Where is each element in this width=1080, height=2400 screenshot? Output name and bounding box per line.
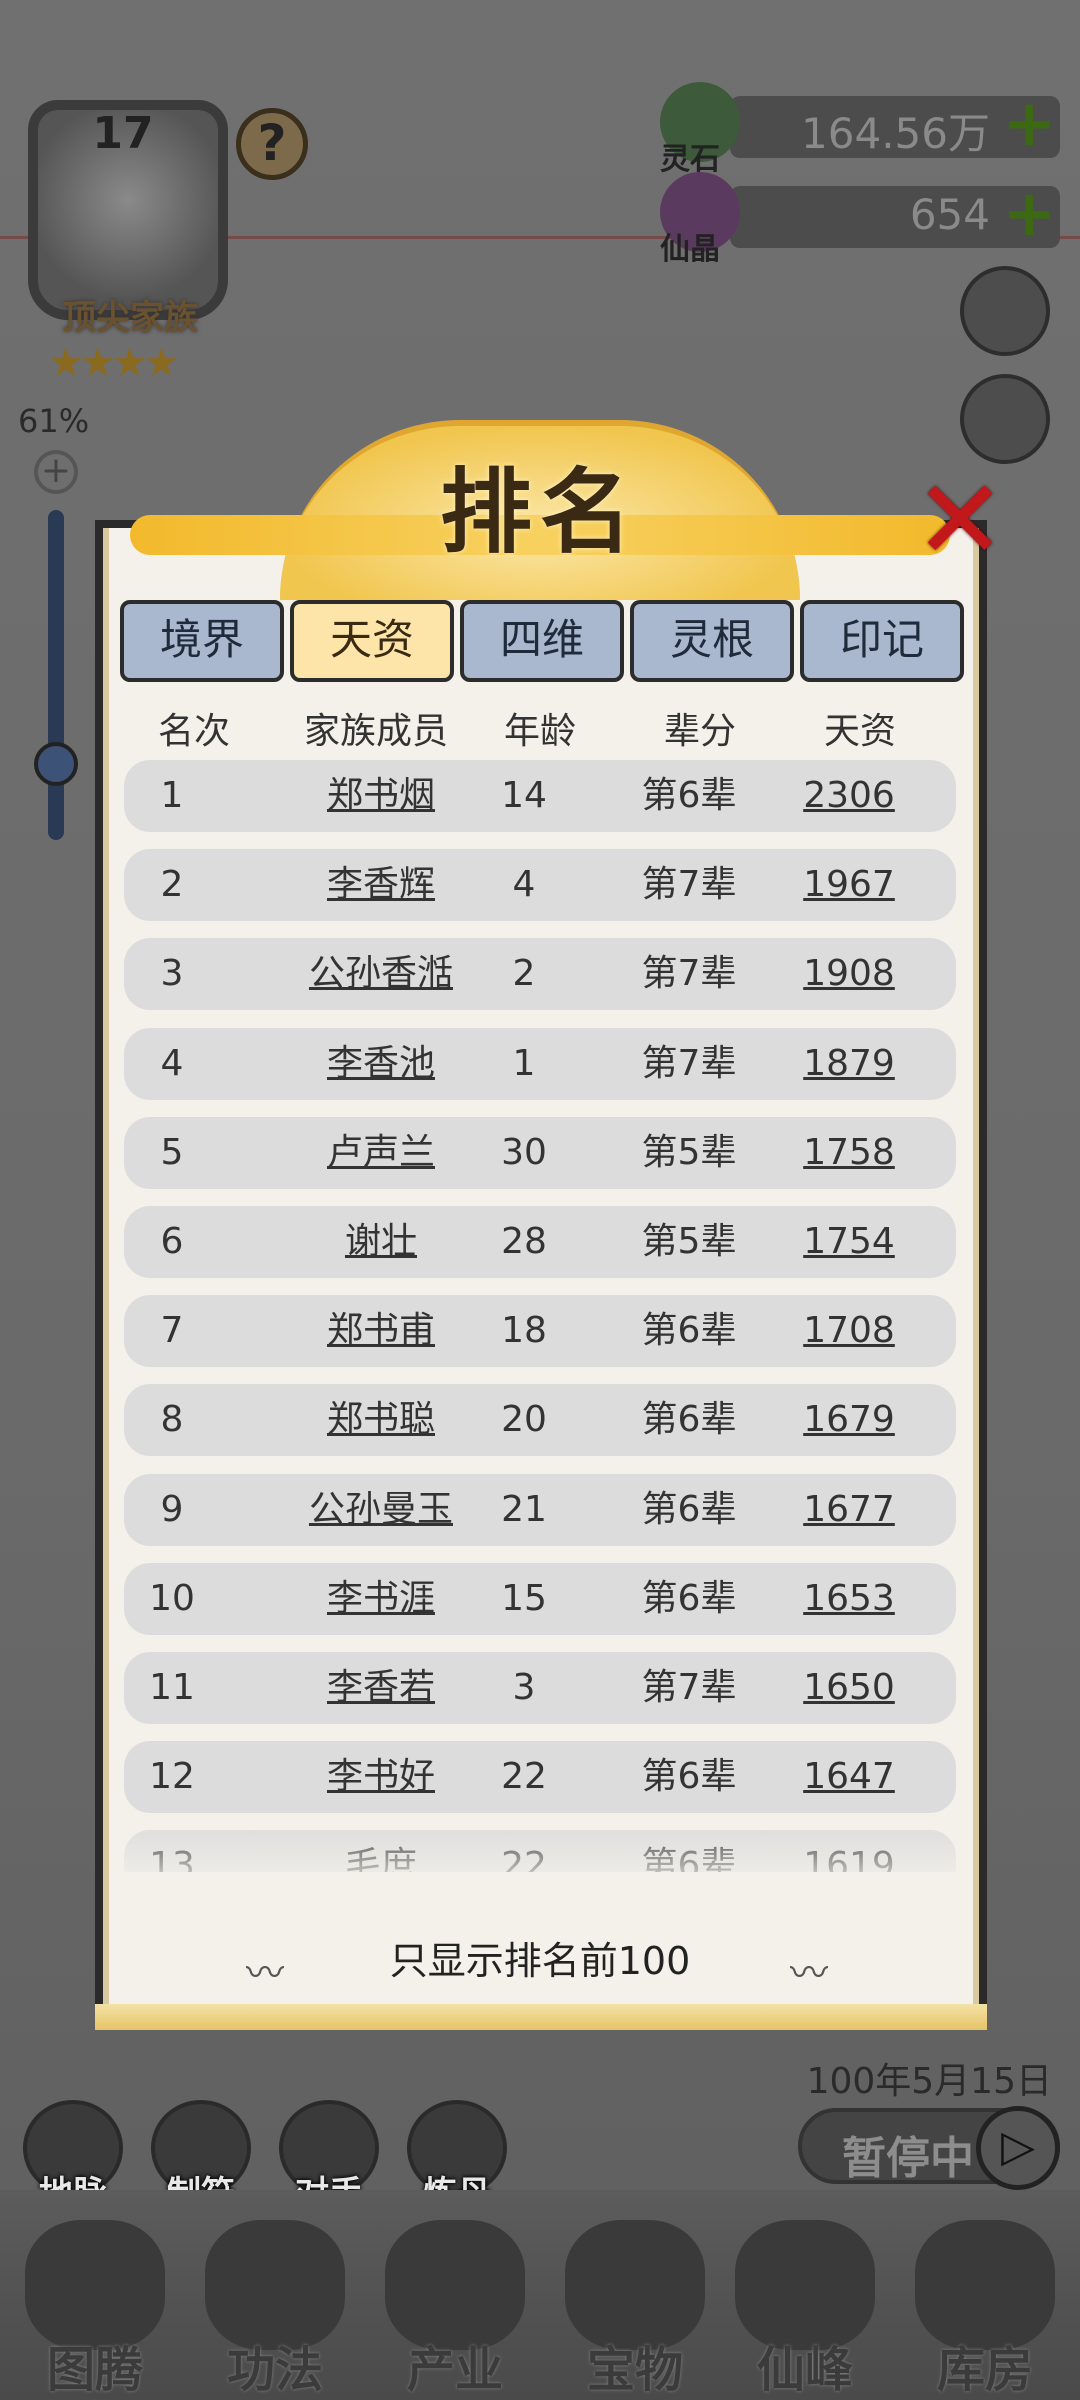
- modal-bottom-trim: [95, 2004, 987, 2030]
- generation-cell: 第7辈: [641, 1667, 737, 1708]
- member-name-link[interactable]: 郑书甫: [286, 1295, 476, 1367]
- age-cell: 28: [501, 1221, 547, 1262]
- table-row[interactable]: 11 李香若 3 第7辈 1650: [124, 1652, 956, 1724]
- member-name-link[interactable]: 李书涯: [286, 1563, 476, 1635]
- talent-value-link[interactable]: 1679: [784, 1384, 914, 1456]
- rank-cell: 8: [160, 1399, 184, 1440]
- generation-cell: 第6辈: [641, 775, 737, 816]
- generation-cell: 第7辈: [641, 1043, 737, 1084]
- talent-value-link[interactable]: 1653: [784, 1563, 914, 1635]
- tab-talent[interactable]: 天资: [290, 600, 454, 682]
- talent-value-link[interactable]: 1677: [784, 1474, 914, 1546]
- talent-value-link[interactable]: 1908: [784, 938, 914, 1010]
- table-row[interactable]: 3 公孙香湉 2 第7辈 1908: [124, 938, 956, 1010]
- table-row[interactable]: 5 卢声兰 30 第5辈 1758: [124, 1117, 956, 1189]
- age-cell: 22: [501, 1756, 547, 1797]
- age-cell: 4: [512, 864, 536, 905]
- age-cell: 21: [501, 1489, 547, 1530]
- table-row[interactable]: 9 公孙曼玉 21 第6辈 1677: [124, 1474, 956, 1546]
- member-name-link[interactable]: 公孙香湉: [286, 938, 476, 1010]
- tab-spirit-root[interactable]: 灵根: [630, 600, 794, 682]
- rank-cell: 9: [160, 1489, 184, 1530]
- modal-title-banner: 排名: [130, 420, 950, 600]
- cloud-deco-right-icon: 〰: [790, 1951, 829, 1995]
- member-name-link[interactable]: 李香池: [286, 1028, 476, 1100]
- rank-cell: 10: [149, 1578, 195, 1619]
- generation-cell: 第6辈: [641, 1399, 737, 1440]
- column-header-talent: 天资: [823, 711, 896, 752]
- tab-realm[interactable]: 境界: [120, 600, 284, 682]
- talent-value-link[interactable]: 1708: [784, 1295, 914, 1367]
- close-button[interactable]: ✕: [910, 465, 1010, 575]
- member-name-link[interactable]: 卢声兰: [286, 1117, 476, 1189]
- generation-cell: 第5辈: [641, 1132, 737, 1173]
- table-row[interactable]: 10 李书涯 15 第6辈 1653: [124, 1563, 956, 1635]
- age-cell: 1: [512, 1043, 536, 1084]
- age-cell: 15: [501, 1578, 547, 1619]
- rank-cell: 12: [149, 1756, 195, 1797]
- talent-value-link[interactable]: 1967: [784, 849, 914, 921]
- generation-cell: 第6辈: [641, 1578, 737, 1619]
- ranking-list[interactable]: 1 郑书烟 14 第6辈 2306 2 李香辉 4 第7辈 1967 3 公孙香湉 2 第7辈 1908 4 李…: [124, 760, 956, 1872]
- column-header-rank: 名次: [157, 711, 230, 752]
- footer-note: 只显示排名前100: [389, 1939, 691, 1983]
- rank-cell: 4: [160, 1043, 184, 1084]
- rank-cell: 11: [149, 1667, 195, 1708]
- generation-cell: 第7辈: [641, 953, 737, 994]
- table-row[interactable]: 4 李香池 1 第7辈 1879: [124, 1028, 956, 1100]
- tab-mark[interactable]: 印记: [800, 600, 964, 682]
- table-row[interactable]: 1 郑书烟 14 第6辈 2306: [124, 760, 956, 832]
- rank-cell: 1: [160, 775, 184, 816]
- rank-cell: 2: [160, 864, 184, 905]
- tab-four-dimensions[interactable]: 四维: [460, 600, 624, 682]
- generation-cell: 第6辈: [641, 1489, 737, 1530]
- generation-cell: 第7辈: [641, 864, 737, 905]
- ranking-tabs: 境界 天资 四维 灵根 印记: [120, 600, 964, 682]
- member-name-link[interactable]: 李书好: [286, 1741, 476, 1813]
- talent-value-link[interactable]: 1650: [784, 1652, 914, 1724]
- generation-cell: 第6辈: [641, 1310, 737, 1351]
- talent-value-link[interactable]: 1647: [784, 1741, 914, 1813]
- member-name-link[interactable]: 郑书聪: [286, 1384, 476, 1456]
- talent-value-link[interactable]: 1754: [784, 1206, 914, 1278]
- member-name-link[interactable]: 公孙曼玉: [286, 1474, 476, 1546]
- rank-cell: 6: [160, 1221, 184, 1262]
- age-cell: 2: [512, 953, 536, 994]
- table-row[interactable]: 6 谢壮 28 第5辈 1754: [124, 1206, 956, 1278]
- age-cell: 20: [501, 1399, 547, 1440]
- rank-cell: 3: [160, 953, 184, 994]
- rank-cell: 7: [160, 1310, 184, 1351]
- table-row[interactable]: 8 郑书聪 20 第6辈 1679: [124, 1384, 956, 1456]
- talent-value-link[interactable]: 1758: [784, 1117, 914, 1189]
- talent-value-link[interactable]: 1879: [784, 1028, 914, 1100]
- table-row[interactable]: 2 李香辉 4 第7辈 1967: [124, 849, 956, 921]
- member-name-link[interactable]: 李香若: [286, 1652, 476, 1724]
- age-cell: 18: [501, 1310, 547, 1351]
- column-header-member: 家族成员: [303, 711, 448, 752]
- generation-cell: 第6辈: [641, 1756, 737, 1797]
- member-name-link[interactable]: 李香辉: [286, 849, 476, 921]
- rank-cell: 5: [160, 1132, 184, 1173]
- generation-cell: 第5辈: [641, 1221, 737, 1262]
- age-cell: 3: [512, 1667, 536, 1708]
- table-row[interactable]: 12 李书好 22 第6辈 1647: [124, 1741, 956, 1813]
- modal-title: 排名: [439, 459, 640, 566]
- table-row[interactable]: 7 郑书甫 18 第6辈 1708: [124, 1295, 956, 1367]
- member-name-link[interactable]: 郑书烟: [286, 760, 476, 832]
- member-name-link[interactable]: 谢壮: [286, 1206, 476, 1278]
- column-header-age: 年龄: [503, 711, 576, 752]
- age-cell: 30: [501, 1132, 547, 1173]
- talent-value-link[interactable]: 2306: [784, 760, 914, 832]
- age-cell: 14: [501, 775, 547, 816]
- column-header-generation: 辈分: [663, 711, 736, 752]
